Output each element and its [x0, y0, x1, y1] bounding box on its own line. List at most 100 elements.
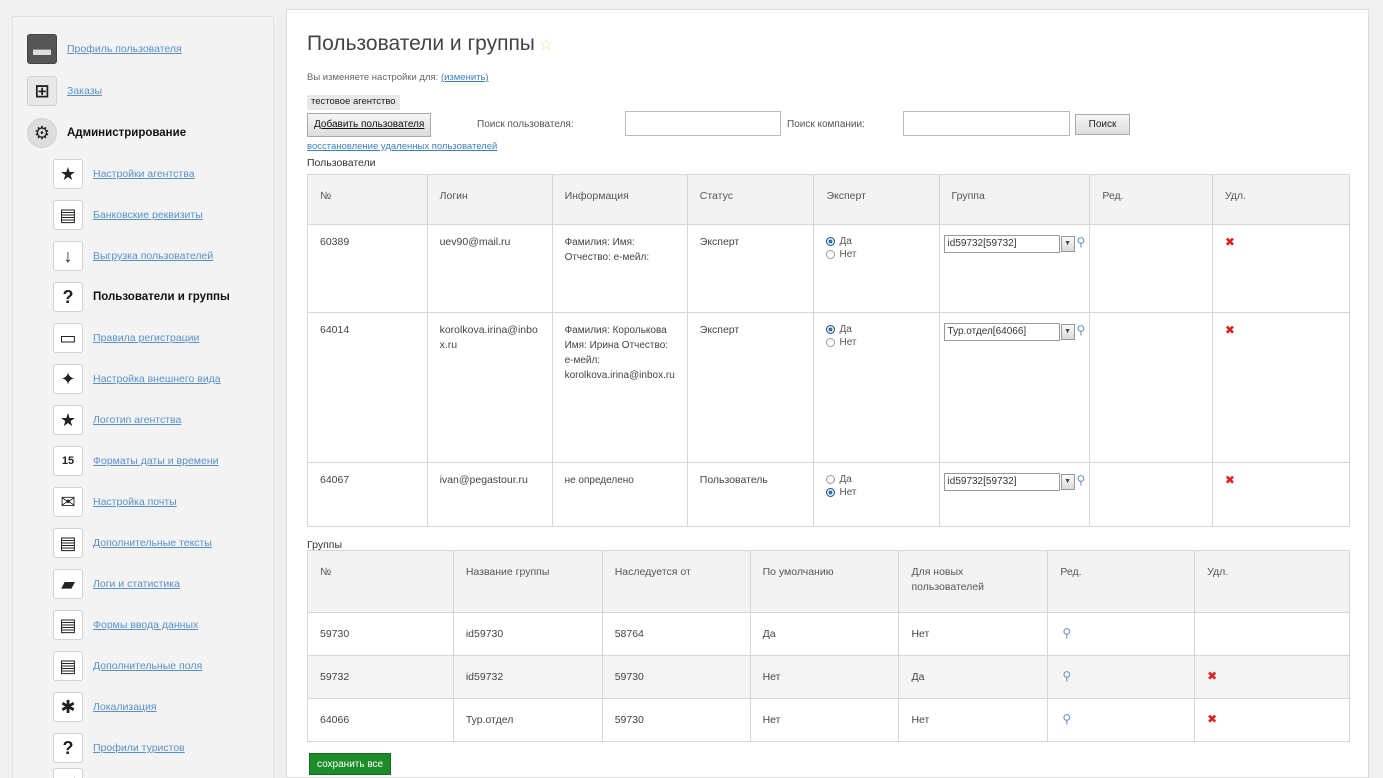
restore-deleted-users-link[interactable]: восстановление удаленных пользователей — [307, 141, 497, 152]
group-select-value[interactable]: id59732[59732] — [943, 473, 1060, 491]
user-login-cell: korolkova.irina@inbox.ru — [426, 312, 553, 463]
search-user-input[interactable] — [625, 111, 781, 136]
magnifier-icon[interactable]: ⚲ — [1062, 626, 1071, 640]
expert-radio-yes[interactable]: Да — [826, 235, 926, 248]
group-cell: id59732[59732] ▼ ⚲ — [938, 462, 1091, 527]
delete-cell: ✖ — [1211, 462, 1351, 527]
magnifier-icon[interactable]: ⚲ — [1062, 669, 1071, 683]
sidebar-item-label: Пользователи и группы — [93, 291, 230, 303]
user-info-cell: Фамилия: Имя: Отчество: е-мейл: — [551, 224, 688, 313]
column-header: Название группы — [452, 550, 603, 613]
sidebar-item-2[interactable]: ⚙ Администрирование — [27, 115, 186, 151]
sidebar-item-label: Настройка почты — [93, 496, 177, 508]
delete-cell — [1194, 612, 1350, 656]
edit-cell — [1089, 462, 1213, 527]
sidebar-item-0[interactable]: ▬ Профиль пользователя — [27, 31, 182, 67]
sidebar-item-11[interactable]: ✉ Настройка почты — [53, 484, 177, 520]
table-row: 64014 korolkova.irina@inbox.ru Фамилия: Ко… — [307, 312, 1351, 463]
group-id-cell: 59732 — [307, 655, 454, 699]
user-id-cell: 64067 — [307, 462, 428, 527]
expert-radio-yes[interactable]: Да — [826, 323, 926, 336]
sidebar-item-10[interactable]: 15 Форматы даты и времени — [53, 443, 219, 479]
expert-radio-no[interactable]: Нет — [826, 336, 926, 349]
column-header: Ред. — [1047, 550, 1196, 613]
radio-dot[interactable] — [826, 325, 836, 334]
delete-icon[interactable]: ✖ — [1207, 669, 1217, 683]
radio-dot[interactable] — [826, 475, 836, 484]
delete-icon[interactable]: ✖ — [1225, 323, 1235, 337]
sidebar-item-15[interactable]: ▤ Дополнительные поля — [53, 648, 202, 684]
chevron-down-icon[interactable]: ▼ — [1060, 236, 1075, 252]
group-select-value[interactable]: id59732[59732] — [943, 235, 1060, 253]
users-section-label: Пользователи — [307, 157, 376, 169]
radio-dot[interactable] — [826, 488, 836, 497]
group-default-cell: Да — [749, 612, 900, 656]
add-user-button[interactable]: Добавить пользователя — [307, 113, 432, 137]
delete-icon[interactable]: ✖ — [1207, 712, 1217, 726]
table-row: 59730 id59730 58764 Да Нет ⚲ — [307, 612, 1350, 656]
delete-cell: ✖ — [1194, 655, 1350, 699]
delete-icon[interactable]: ✖ — [1225, 473, 1235, 487]
user-info-cell: Фамилия: Королькова Имя: Ирина Отчество:… — [551, 312, 688, 463]
sidebar-item-label: Дополнительные поля — [93, 660, 203, 672]
search-company-input[interactable] — [903, 111, 1070, 136]
settings-note: Вы изменяете настройки для: (изменить) — [307, 72, 489, 83]
localization-icon: ✱ — [53, 692, 83, 722]
radio-dot[interactable] — [826, 338, 836, 347]
save-all-button[interactable]: сохранить все — [309, 753, 392, 775]
radio-dot[interactable] — [826, 250, 836, 259]
group-select[interactable]: id59732[59732] ▼ — [943, 473, 1075, 491]
form-icon: ▭ — [53, 323, 83, 353]
expert-radio-no[interactable]: Нет — [826, 248, 926, 261]
sidebar-item-7[interactable]: ▭ Правила регистрации — [53, 320, 199, 356]
table-row: 64066 Тур.отдел 59730 Нет Нет ⚲ ✖ — [307, 698, 1350, 742]
sidebar-item-label: Формы ввода данных — [93, 619, 199, 631]
sidebar-item-8[interactable]: ✦ Настройка внешнего вида — [53, 361, 221, 397]
sidebar-item-5[interactable]: ↓ Выгрузка пользователей — [53, 238, 213, 274]
column-header: Для новых пользователей — [898, 550, 1049, 613]
sidebar-item-3[interactable]: ★ Настройки агентства — [53, 156, 195, 192]
expert-cell: Да Нет — [813, 312, 940, 463]
group-select[interactable]: Тур.отдел[64066] ▼ — [943, 323, 1075, 341]
sidebar-item-14[interactable]: ▤ Формы ввода данных — [53, 607, 198, 643]
users-icon: ? — [53, 282, 83, 312]
change-agency-link[interactable]: (изменить) — [441, 72, 489, 83]
sidebar-item-12[interactable]: ▤ Дополнительные тексты — [53, 525, 212, 561]
expert-radio-no[interactable]: Нет — [826, 486, 926, 499]
column-header: Удл. — [1211, 174, 1351, 225]
magnifier-icon[interactable]: ⚲ — [1077, 323, 1086, 337]
magnifier-icon[interactable]: ⚲ — [1062, 712, 1071, 726]
expert-radio-yes[interactable]: Да — [826, 473, 926, 486]
tourist-profile-icon: ? — [53, 733, 83, 763]
sidebar-item-4[interactable]: ▤ Банковские реквизиты — [53, 197, 203, 233]
main-panel: Пользователи и группы ☆ Вы изменяете наст… — [286, 9, 1369, 778]
sidebar-item-16[interactable]: ✱ Локализация — [53, 689, 157, 725]
sidebar-item-6[interactable]: ? Пользователи и группы — [53, 279, 230, 315]
user-login-cell: uev90@mail.ru — [426, 224, 553, 313]
star-icon: ★ — [53, 405, 83, 435]
chevron-down-icon[interactable]: ▼ — [1060, 324, 1075, 340]
radio-label: Да — [839, 324, 852, 335]
search-company-label: Поиск компании: — [787, 119, 865, 130]
sidebar-item-13[interactable]: ▰ Логи и статистика — [53, 566, 180, 602]
search-button[interactable]: Поиск — [1075, 114, 1130, 135]
magnifier-icon[interactable]: ⚲ — [1077, 235, 1086, 249]
group-select[interactable]: id59732[59732] ▼ — [943, 235, 1075, 253]
sidebar-item-label: Дополнительные тексты — [93, 537, 212, 549]
sidebar-item-9[interactable]: ★ Логотип агентства — [53, 402, 181, 438]
laptop-icon: ▰ — [53, 569, 83, 599]
chevron-down-icon[interactable]: ▼ — [1060, 474, 1075, 490]
sidebar-item-17[interactable]: ? Профили туристов — [53, 730, 185, 766]
sidebar-item-label: Заказы — [67, 85, 103, 97]
sidebar-item-18[interactable]: ◢Веб-служба. Авторизация — [53, 765, 219, 778]
users-header-row: № Логин Информация Статус Эксперт Группа Ред. У… — [307, 174, 1351, 225]
radio-dot[interactable] — [826, 237, 836, 246]
mail-icon: ✉ — [53, 487, 83, 517]
document-icon: ▤ — [53, 200, 83, 230]
sidebar-item-1[interactable]: ⊞ Заказы — [27, 73, 102, 109]
delete-icon[interactable]: ✖ — [1225, 235, 1235, 249]
group-select-value[interactable]: Тур.отдел[64066] — [943, 323, 1060, 341]
magnifier-icon[interactable]: ⚲ — [1077, 473, 1086, 487]
favorite-star-icon[interactable]: ☆ — [539, 37, 553, 54]
user-info-cell: не определено — [551, 462, 688, 527]
